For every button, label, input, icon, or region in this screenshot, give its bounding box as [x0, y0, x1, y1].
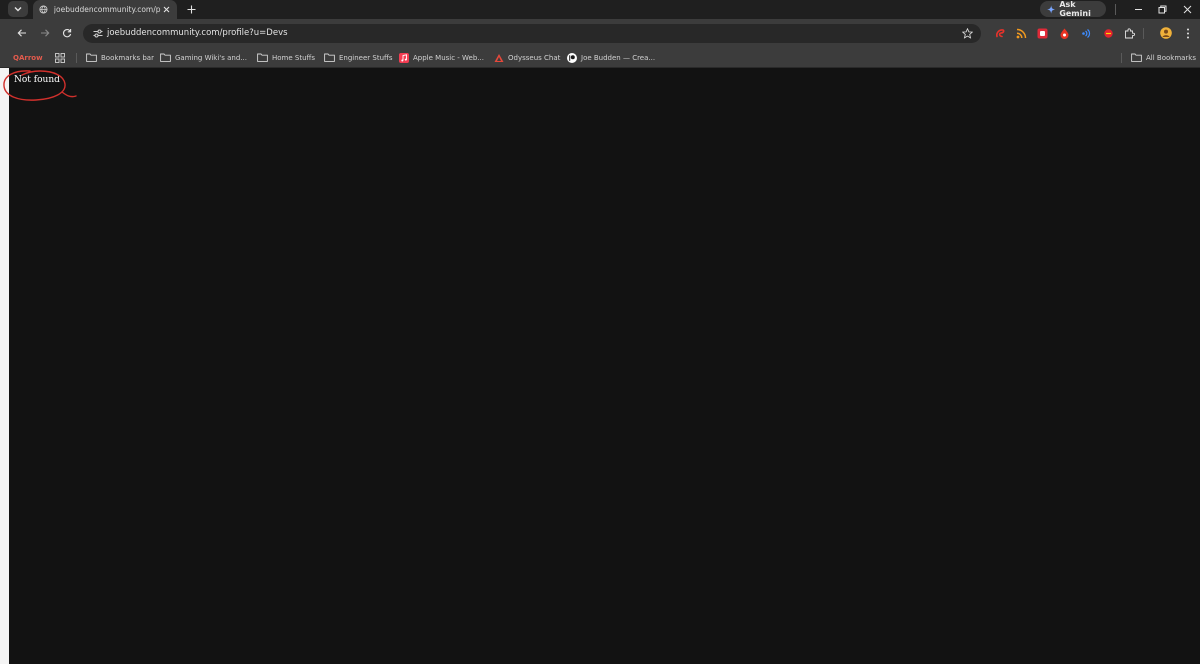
arrow-right-icon: [41, 29, 50, 37]
bookmark-label: Apple Music - Web...: [413, 53, 484, 62]
bookmark-label: Joe Budden — Crea...: [581, 53, 656, 62]
minimize-button[interactable]: [1132, 3, 1144, 15]
swirl-extension-icon: [995, 28, 1004, 37]
drop-extension-icon: [1060, 28, 1068, 39]
folder-icon: [257, 53, 268, 62]
reload-icon: [62, 29, 72, 38]
apps-button[interactable]: [55, 48, 65, 67]
patreon-icon: [567, 52, 577, 63]
more-vertical-icon: [1187, 28, 1189, 38]
ask-gemini-label: Ask Gemini: [1059, 0, 1091, 18]
left-edge: [0, 68, 9, 664]
divider: [76, 53, 77, 63]
bookmark-odysseus-chat[interactable]: Odysseus Chat: [494, 48, 560, 67]
reload-button[interactable]: [61, 27, 73, 39]
ask-gemini-button[interactable]: Ask Gemini: [1040, 0, 1106, 18]
profile-avatar-button[interactable]: [1160, 27, 1172, 39]
bookmark-label: QArrow: [13, 53, 43, 62]
forward-button[interactable]: [39, 27, 51, 39]
bookmark-label: Gaming Wiki's and...: [175, 53, 247, 62]
tune-icon: [93, 29, 102, 38]
gemini-sparkle-icon: [1047, 4, 1056, 14]
extensions-menu-button[interactable]: [1123, 27, 1135, 39]
folder-icon: [324, 53, 335, 62]
extension-rss[interactable]: [1015, 27, 1027, 39]
divider: [1115, 4, 1116, 15]
tab-title: joebuddencommunity.com/profile?u=Devs: [53, 5, 161, 14]
bookmark-qarrow[interactable]: QArrow: [13, 48, 43, 67]
folder-icon: [86, 53, 97, 62]
bookmark-folder-home-stuffs[interactable]: Home Stuffs: [257, 48, 315, 67]
close-icon: [1183, 5, 1191, 13]
bookmark-joe-budden[interactable]: Joe Budden — Crea...: [567, 48, 655, 67]
extension-red-swirl[interactable]: [994, 27, 1006, 39]
bookmark-label: Engineer Stuffs: [339, 53, 393, 62]
folder-icon: [1131, 53, 1142, 62]
address-bar[interactable]: joebuddencommunity.com/profile?u=Devs: [83, 24, 981, 43]
bookmark-star-button[interactable]: [961, 27, 974, 40]
avatar-icon: [1160, 27, 1172, 39]
back-button[interactable]: [16, 27, 28, 39]
page-viewport: Not found: [9, 68, 1200, 664]
bookmark-label: All Bookmarks: [1146, 53, 1197, 62]
globe-icon: [39, 5, 48, 14]
extension-red-square[interactable]: [1036, 27, 1048, 39]
star-icon: [962, 28, 973, 39]
bookmarks-bar: QArrow Bookmarks bar Gaming Wiki's and..…: [0, 48, 1200, 68]
tab-close-button[interactable]: [161, 5, 171, 15]
bookmark-label: Home Stuffs: [272, 53, 315, 62]
apps-grid-icon: [55, 52, 65, 63]
audio-waves-icon: [1081, 28, 1090, 38]
extension-red-drop[interactable]: [1058, 27, 1070, 39]
divider: [1121, 53, 1122, 63]
bookmark-label: Odysseus Chat: [508, 53, 561, 62]
restore-icon: [1158, 5, 1166, 13]
bookmark-label: Bookmarks bar: [101, 53, 154, 62]
browser-menu-button[interactable]: [1182, 27, 1194, 39]
extension-red-dot[interactable]: [1102, 27, 1114, 39]
tab-search-button[interactable]: [8, 1, 28, 17]
close-icon: [163, 6, 169, 13]
divider: [1143, 28, 1144, 39]
red-dot-extension-icon: [1103, 28, 1113, 38]
rss-icon: [1016, 28, 1026, 38]
close-window-button[interactable]: [1181, 3, 1193, 15]
active-tab[interactable]: joebuddencommunity.com/profile?u=Devs: [33, 0, 177, 19]
bookmark-folder-engineer-stuffs[interactable]: Engineer Stuffs: [324, 48, 393, 67]
not-found-message: Not found: [14, 75, 60, 85]
bookmark-folder-gaming-wikis[interactable]: Gaming Wiki's and...: [160, 48, 247, 67]
chevron-down-icon: [14, 7, 22, 12]
odysseus-logo-icon: [494, 53, 504, 62]
url-text[interactable]: joebuddencommunity.com/profile?u=Devs: [107, 24, 288, 43]
red-square-extension-icon: [1037, 28, 1047, 38]
plus-icon: [187, 5, 195, 13]
arrow-left-icon: [17, 29, 26, 37]
bookmark-apple-music[interactable]: Apple Music - Web...: [399, 48, 484, 67]
minimize-icon: [1134, 8, 1142, 10]
restore-button[interactable]: [1156, 3, 1168, 15]
browser-toolbar: joebuddencommunity.com/profile?u=Devs: [0, 19, 1200, 48]
new-tab-button[interactable]: [184, 2, 198, 16]
folder-icon: [160, 53, 171, 62]
site-info-button[interactable]: [91, 27, 104, 40]
puzzle-icon: [1124, 27, 1135, 38]
all-bookmarks-button[interactable]: All Bookmarks: [1131, 48, 1196, 67]
bookmark-folder-bookmarks-bar[interactable]: Bookmarks bar: [86, 48, 154, 67]
apple-music-icon: [399, 52, 409, 63]
extension-blue-audio[interactable]: [1080, 27, 1092, 39]
tab-strip: joebuddencommunity.com/profile?u=Devs As…: [0, 0, 1200, 19]
